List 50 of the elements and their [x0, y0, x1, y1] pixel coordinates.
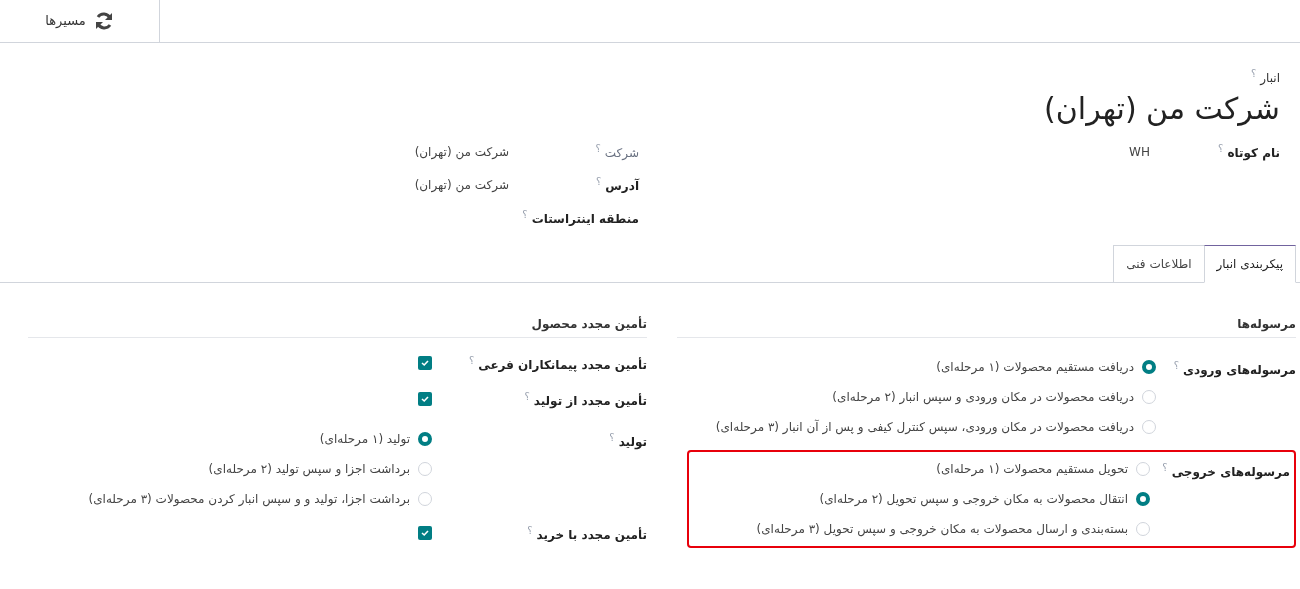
radio-label: دریافت محصولات در مکان ورودی، سپس کنترل کیفی و پس از آن انبار (۳ مرحله‌ای) — [715, 418, 1134, 436]
help-mark[interactable]: ؟ — [524, 391, 530, 402]
checkmark-icon — [420, 394, 430, 404]
tab[interactable]: پیکربندی انبار — [1203, 245, 1296, 283]
field-label: منطقه اینتراستات — [531, 211, 639, 226]
field-label: شرکت — [604, 145, 639, 160]
tab[interactable]: اطلاعات فنی — [1113, 245, 1204, 283]
radio-button[interactable] — [418, 432, 432, 446]
help-mark[interactable]: ؟ — [1250, 68, 1257, 79]
checkbox[interactable] — [418, 356, 432, 370]
checkbox[interactable] — [418, 392, 432, 406]
radio-label: برداشت اجزا، تولید و و سپس انبار کردن محصولات (۳ مرحله‌ای) — [88, 491, 410, 508]
field-label: تولید — [618, 435, 647, 449]
field-label: آدرس — [605, 178, 639, 193]
field-label: تأمین مجدد از تولید — [533, 394, 647, 408]
help-mark[interactable]: ؟ — [1218, 142, 1224, 154]
radio-label: دریافت مستقیم محصولات (۱ مرحله‌ای) — [936, 359, 1134, 376]
help-mark[interactable]: ؟ — [522, 208, 528, 220]
radio-label: تولید (۱ مرحله‌ای) — [319, 431, 410, 448]
help-mark[interactable]: ؟ — [609, 432, 615, 443]
help-mark[interactable]: ؟ — [595, 142, 601, 154]
radio-label: تحویل مستقیم محصولات (۱ مرحله‌ای) — [936, 461, 1128, 478]
radio-label: برداشت اجزا و سپس تولید (۲ مرحله‌ای) — [208, 461, 410, 478]
section-title: مرسوله‌ها — [677, 315, 1296, 338]
record-title: شرکت من (تهران) — [1043, 90, 1280, 129]
field-label: مرسوله‌های خروجی — [1171, 465, 1290, 479]
help-mark[interactable]: ؟ — [527, 525, 533, 536]
field-label: تأمین مجدد پیمانکاران فرعی — [478, 358, 647, 372]
field-label: نام کوتاه — [1227, 145, 1280, 160]
field-value: شرکت من (تهران) — [414, 143, 509, 161]
help-mark[interactable]: ؟ — [1162, 462, 1168, 473]
help-mark[interactable]: ؟ — [595, 175, 602, 187]
routes-button[interactable]: مسیرها — [45, 11, 114, 31]
radio-label: دریافت محصولات در مکان ورودی و سپس انبار (۲ مرحله‌ای) — [832, 389, 1134, 406]
record-caption: انبار — [1260, 71, 1280, 85]
field-label: تأمین مجدد با خرید — [536, 528, 647, 542]
field-value: WH — [1129, 143, 1150, 161]
help-mark[interactable]: ؟ — [468, 355, 475, 366]
field-value: شرکت من (تهران) — [414, 176, 509, 194]
refresh-icon — [93, 12, 114, 30]
radio-button[interactable] — [1136, 492, 1150, 506]
help-mark[interactable]: ؟ — [1173, 360, 1179, 371]
checkmark-icon — [420, 528, 430, 538]
radio-label: انتقال محصولات به مکان خروجی و سپس تحویل (۲ مرحله‌ای) — [819, 491, 1128, 508]
radio-label: بسته‌بندی و ارسال محصولات به مکان خروجی و سپس تحویل (۳ مرحله‌ای) — [756, 521, 1128, 538]
checkmark-icon — [420, 358, 430, 368]
radio-button[interactable] — [1142, 360, 1156, 374]
checkbox[interactable] — [418, 526, 432, 540]
field-label: مرسوله‌های ورودی — [1183, 363, 1296, 377]
section-title: تأمین مجدد محصول — [28, 315, 647, 338]
